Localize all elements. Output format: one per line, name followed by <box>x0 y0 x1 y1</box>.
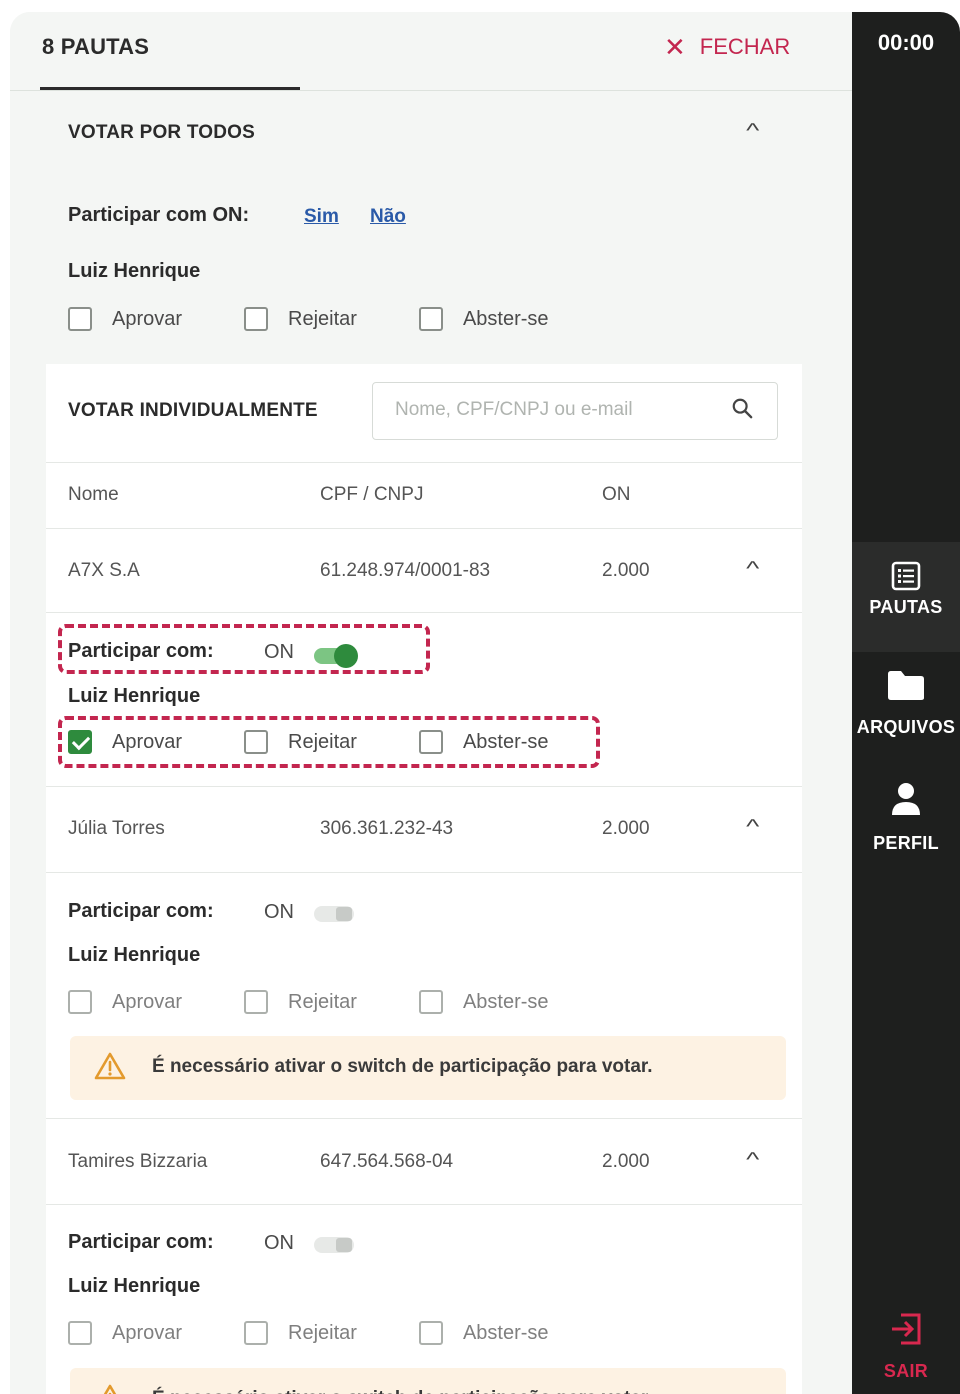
row-options: Aprovar Rejeitar Abster-se <box>68 1318 549 1348</box>
reject-checkbox[interactable]: Rejeitar <box>244 730 357 754</box>
header-divider <box>10 90 852 91</box>
row-on: 2.000 <box>602 818 650 839</box>
panel-header: 8 PAUTAS ✕ FECHAR <box>10 12 852 90</box>
abstain-checkbox[interactable]: Abster-se <box>418 1321 549 1345</box>
participate-toggle[interactable] <box>314 1237 354 1253</box>
reject-checkbox[interactable]: Rejeitar <box>244 990 357 1014</box>
participate-yes-link[interactable]: Sim <box>304 206 339 228</box>
divider <box>46 612 802 613</box>
on-label: ON <box>264 1232 294 1254</box>
row-doc: 61.248.974/0001-83 <box>320 560 491 581</box>
logout-icon <box>892 1313 921 1345</box>
row-user-name: Luiz Henrique <box>68 944 201 966</box>
participate-on-label: Participar com ON: <box>68 204 250 226</box>
logout-label: SAIR <box>883 1361 929 1381</box>
sidebar-item-label: PERFIL <box>873 833 939 853</box>
column-header-name: Nome <box>68 484 119 505</box>
vote-individual-title: VOTAR INDIVIDUALMENTE <box>68 400 318 421</box>
close-icon: ✕ <box>664 32 686 62</box>
row-doc: 647.564.568-04 <box>320 1151 454 1172</box>
column-header-doc: CPF / CNPJ <box>320 484 424 505</box>
participate-toggle[interactable] <box>314 644 358 668</box>
sidebar-item-arquivos[interactable]: ARQUIVOS <box>852 668 960 768</box>
chevron-up-icon[interactable]: ^ <box>746 558 759 581</box>
sidebar-item-label: PAUTAS <box>869 597 943 617</box>
reject-checkbox[interactable]: Rejeitar <box>244 307 357 331</box>
participate-label: Participar com: <box>68 1231 214 1253</box>
row-name: Júlia Torres <box>68 818 165 839</box>
warning-message: É necessário ativar o switch de particip… <box>152 1388 653 1394</box>
divider <box>46 786 802 787</box>
approve-checkbox[interactable]: Aprovar <box>68 730 182 754</box>
chevron-up-icon[interactable]: ^ <box>746 1149 759 1172</box>
approve-checkbox[interactable]: Aprovar <box>68 990 182 1014</box>
participation-warning: É necessário ativar o switch de particip… <box>70 1368 786 1394</box>
sidebar-item-pautas[interactable]: PAUTAS <box>852 542 960 652</box>
abstain-checkbox[interactable]: Abster-se <box>418 730 549 754</box>
row-name: Tamires Bizzaria <box>68 1151 208 1172</box>
sidebar-item-perfil[interactable]: PERFIL <box>852 782 960 872</box>
search-icon[interactable] <box>731 397 753 419</box>
row-user-name: Luiz Henrique <box>68 685 201 707</box>
row-user-name: Luiz Henrique <box>68 1275 201 1297</box>
search-input[interactable]: Nome, CPF/CNPJ ou e-mail <box>372 382 778 440</box>
approve-checkbox[interactable]: Aprovar <box>68 1321 182 1345</box>
close-label: FECHAR <box>699 34 791 59</box>
row-doc: 306.361.232-43 <box>320 818 454 839</box>
row-name: A7X S.A <box>68 560 140 581</box>
pautas-panel: 8 PAUTAS ✕ FECHAR VOTAR POR TODOS ^ Part… <box>10 12 852 1394</box>
vote-all-options: Aprovar Rejeitar Abster-se <box>68 304 549 334</box>
divider <box>46 528 802 529</box>
row-options: Aprovar Rejeitar Abster-se <box>68 987 549 1017</box>
close-button[interactable]: ✕ FECHAR <box>664 32 790 62</box>
chevron-up-icon[interactable]: ^ <box>746 120 759 143</box>
row-on: 2.000 <box>602 1151 650 1172</box>
abstain-checkbox[interactable]: Abster-se <box>418 990 549 1014</box>
folder-icon <box>888 671 924 700</box>
person-icon <box>892 783 920 815</box>
warning-icon <box>94 1052 126 1080</box>
row-on: 2.000 <box>602 560 650 581</box>
column-header-on: ON <box>602 484 631 505</box>
participate-no-link[interactable]: Não <box>370 206 406 228</box>
divider <box>46 462 802 463</box>
logout-button[interactable]: SAIR <box>852 1312 960 1392</box>
list-icon <box>891 561 921 591</box>
approve-checkbox[interactable]: Aprovar <box>68 307 182 331</box>
on-label: ON <box>264 641 294 663</box>
vote-all-user-name: Luiz Henrique <box>68 260 201 282</box>
vote-all-title: VOTAR POR TODOS <box>68 122 256 143</box>
row-options: Aprovar Rejeitar Abster-se <box>68 727 549 757</box>
on-label: ON <box>264 901 294 923</box>
warning-message: É necessário ativar o switch de particip… <box>152 1056 653 1077</box>
pautas-count-title: 8 PAUTAS <box>42 34 150 59</box>
divider <box>46 1118 802 1119</box>
session-timer: 00:00 <box>877 30 935 55</box>
participate-toggle[interactable] <box>314 906 354 922</box>
participate-label: Participar com: <box>68 640 214 662</box>
reject-checkbox[interactable]: Rejeitar <box>244 1321 357 1345</box>
search-placeholder: Nome, CPF/CNPJ ou e-mail <box>395 399 633 420</box>
participation-warning: É necessário ativar o switch de particip… <box>70 1036 786 1100</box>
divider <box>46 872 802 873</box>
participate-label: Participar com: <box>68 900 214 922</box>
chevron-up-icon[interactable]: ^ <box>746 816 759 839</box>
warning-icon <box>103 1384 117 1394</box>
divider <box>46 1204 802 1205</box>
sidebar-item-label: ARQUIVOS <box>856 717 956 737</box>
abstain-checkbox[interactable]: Abster-se <box>418 307 549 331</box>
sidebar: 00:00 PAUTAS ARQUIVOS PERFIL SAIR <box>852 12 960 1394</box>
